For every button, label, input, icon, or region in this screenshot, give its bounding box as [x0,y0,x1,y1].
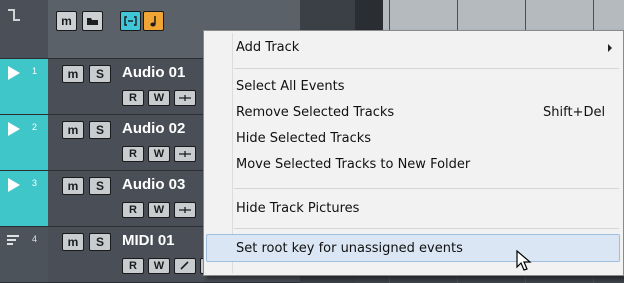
solo-button[interactable]: S [89,177,111,195]
context-menu: Add Track Select All Events Remove Selec… [203,30,624,276]
write-automation-button[interactable]: W [148,90,170,106]
track-number: 1 [32,66,38,76]
track-name[interactable]: Audio 01 [122,64,185,81]
solo-button[interactable]: S [89,65,111,83]
solo-button[interactable]: S [89,233,111,251]
menu-item-label: Move Selected Tracks to New Folder [236,157,471,172]
ruler-edge [355,0,383,30]
menu-item-hide-selected-tracks[interactable]: Hide Selected Tracks [206,127,620,151]
solo-button[interactable]: S [89,121,111,139]
mute-button[interactable]: m [62,121,84,139]
track-color-strip[interactable]: 1 [0,59,48,114]
read-automation-button[interactable]: R [122,146,144,162]
connection-icon [179,95,191,101]
write-automation-button[interactable]: W [148,146,170,162]
write-automation-button[interactable]: W [148,258,170,274]
connection-button[interactable] [174,90,196,106]
track-number: 4 [32,234,38,244]
mute-button[interactable]: m [62,177,84,195]
connection-icon [179,151,191,157]
menu-separator [234,68,619,69]
range-toggle-button[interactable] [120,11,141,31]
track-type-icon [8,9,20,21]
read-automation-button[interactable]: R [122,258,144,274]
menu-item-label: Hide Selected Tracks [236,131,372,146]
connection-button[interactable] [174,146,196,162]
menu-item-set-root-key[interactable]: Set root key for unassigned events [206,234,620,262]
edit-button[interactable] [174,258,196,274]
ruler[interactable] [355,0,624,30]
track-number: 3 [32,178,38,188]
toolbar-left-strip [0,0,48,58]
mute-button[interactable]: m [62,233,84,251]
menu-item-label: Add Track [236,40,300,55]
menu-item-label: Select All Events [236,79,345,94]
menu-separator [234,228,619,229]
menu-item-add-track[interactable]: Add Track [206,36,620,60]
menu-item-shortcut: Shift+Del [543,105,606,120]
midi-track-icon [7,235,19,245]
track-name[interactable]: Audio 03 [122,176,185,193]
track-color-strip[interactable]: 2 [0,115,48,170]
menu-item-move-to-new-folder[interactable]: Move Selected Tracks to New Folder [206,153,620,177]
play-icon [8,66,20,80]
menu-item-remove-selected-tracks[interactable]: Remove Selected Tracks Shift+Del [206,101,620,125]
track-name[interactable]: MIDI 01 [122,232,175,249]
menu-item-label: Remove Selected Tracks [236,105,395,120]
connection-button[interactable] [174,202,196,218]
submenu-arrow-icon [608,44,612,52]
track-color-strip[interactable]: 3 [0,171,48,226]
track-name[interactable]: Audio 02 [122,120,185,137]
menu-item-select-all-events[interactable]: Select All Events [206,75,620,99]
read-automation-button[interactable]: R [122,90,144,106]
edit-icon [180,261,189,270]
note-icon [149,16,156,27]
write-automation-button[interactable]: W [148,202,170,218]
menu-separator [234,188,619,189]
bracket-icon [124,16,137,26]
read-automation-button[interactable]: R [122,202,144,218]
note-toggle-button[interactable] [143,11,164,31]
folder-icon [87,18,98,25]
menu-item-label: Hide Track Pictures [236,201,360,216]
play-icon [8,122,20,136]
connection-icon [179,207,191,213]
track-number: 2 [32,122,38,132]
mute-button[interactable]: m [62,65,84,83]
track-color-strip[interactable]: 4 [0,227,48,282]
menu-item-hide-track-pictures[interactable]: Hide Track Pictures [206,197,620,221]
folder-toggle-button[interactable] [82,11,103,31]
mouse-cursor-icon [516,250,532,271]
play-icon [8,178,20,192]
global-mute-button[interactable]: m [56,11,77,31]
menu-item-label: Set root key for unassigned events [236,241,463,256]
